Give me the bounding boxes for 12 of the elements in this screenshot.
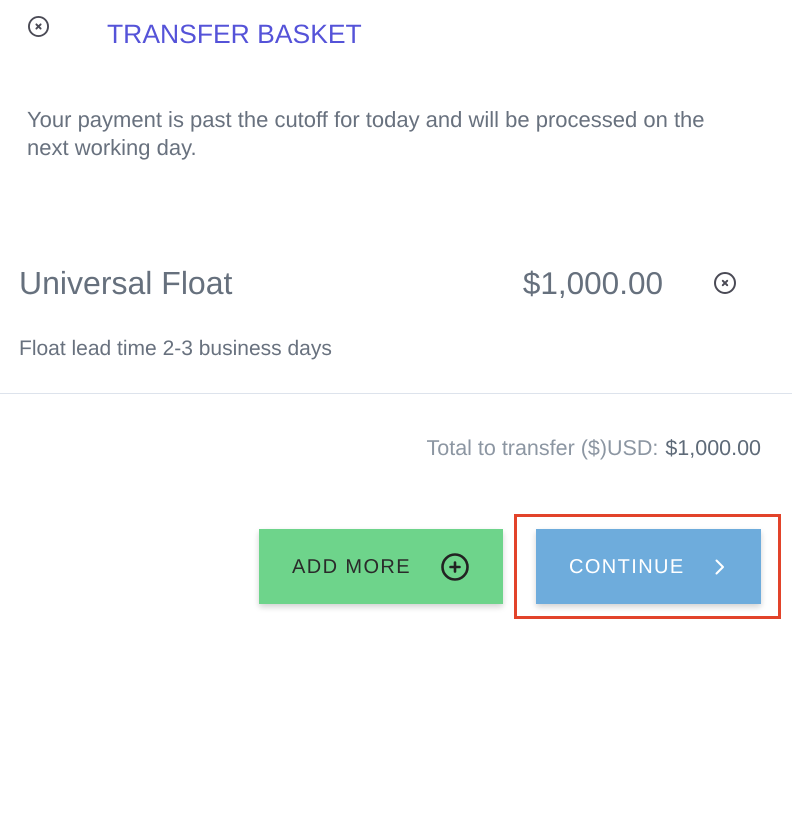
close-icon[interactable] xyxy=(714,272,736,294)
total-amount: $1,000.00 xyxy=(665,435,761,462)
close-icon[interactable] xyxy=(28,16,49,37)
item-note: Float lead time 2-3 business days xyxy=(19,336,333,362)
item-name: Universal Float xyxy=(19,264,234,302)
total-label: Total to transfer ($)USD: xyxy=(426,435,658,462)
plus-circle-icon xyxy=(441,552,469,580)
item-amount: $1,000.00 xyxy=(522,264,663,302)
cutoff-notice: Your payment is past the cutoff for today and will be processed on the next working day. xyxy=(27,106,706,162)
chevron-right-icon xyxy=(715,558,725,574)
page-title: TRANSFER BASKET xyxy=(107,18,362,51)
add-more-button[interactable]: ADD MORE xyxy=(259,529,503,604)
